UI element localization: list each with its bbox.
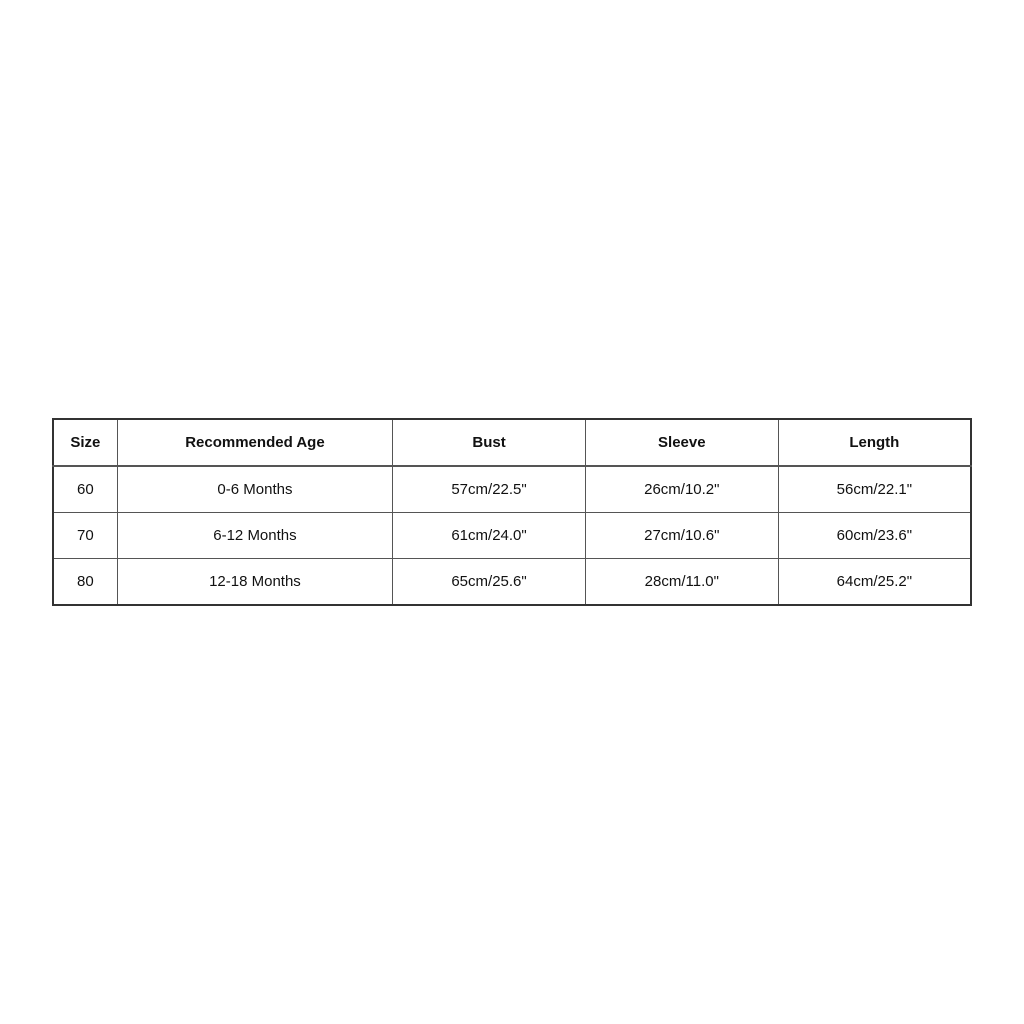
header-bust: Bust bbox=[393, 419, 586, 466]
size-chart-table: Size Recommended Age Bust Sleeve Length … bbox=[52, 418, 972, 606]
cell-bust: 65cm/25.6" bbox=[393, 559, 586, 606]
cell-length: 56cm/22.1" bbox=[778, 466, 971, 513]
cell-size: 70 bbox=[53, 513, 117, 559]
size-chart-container: Size Recommended Age Bust Sleeve Length … bbox=[52, 418, 972, 606]
table-row: 8012-18 Months65cm/25.6"28cm/11.0"64cm/2… bbox=[53, 559, 971, 606]
header-sleeve: Sleeve bbox=[585, 419, 778, 466]
header-length: Length bbox=[778, 419, 971, 466]
cell-bust: 61cm/24.0" bbox=[393, 513, 586, 559]
table-row: 706-12 Months61cm/24.0"27cm/10.6"60cm/23… bbox=[53, 513, 971, 559]
cell-recommended_age: 0-6 Months bbox=[117, 466, 392, 513]
cell-length: 60cm/23.6" bbox=[778, 513, 971, 559]
cell-size: 80 bbox=[53, 559, 117, 606]
header-recommended-age: Recommended Age bbox=[117, 419, 392, 466]
table-header-row: Size Recommended Age Bust Sleeve Length bbox=[53, 419, 971, 466]
cell-bust: 57cm/22.5" bbox=[393, 466, 586, 513]
header-size: Size bbox=[53, 419, 117, 466]
cell-recommended_age: 12-18 Months bbox=[117, 559, 392, 606]
cell-length: 64cm/25.2" bbox=[778, 559, 971, 606]
cell-size: 60 bbox=[53, 466, 117, 513]
cell-sleeve: 27cm/10.6" bbox=[585, 513, 778, 559]
cell-sleeve: 28cm/11.0" bbox=[585, 559, 778, 606]
cell-recommended_age: 6-12 Months bbox=[117, 513, 392, 559]
cell-sleeve: 26cm/10.2" bbox=[585, 466, 778, 513]
table-row: 600-6 Months57cm/22.5"26cm/10.2"56cm/22.… bbox=[53, 466, 971, 513]
